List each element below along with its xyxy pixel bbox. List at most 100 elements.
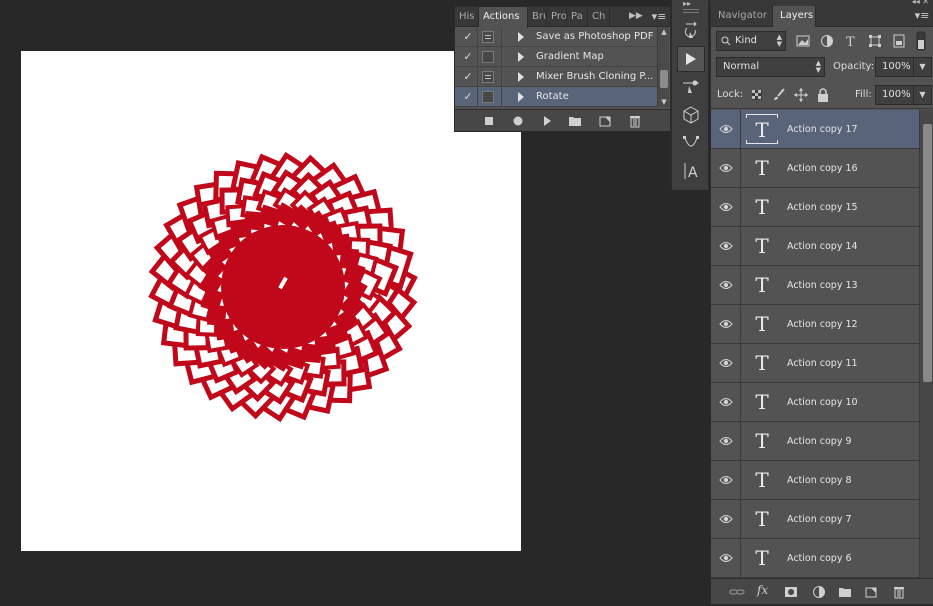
layer-thumbnail[interactable]: T: [747, 465, 777, 495]
more-tabs-icon[interactable]: ▶▶: [629, 11, 643, 21]
dialog-toggle-icon[interactable]: [482, 91, 494, 103]
filter-kind-select[interactable]: Kind ▲ ▼: [716, 31, 786, 51]
filter-toggle-icon[interactable]: [915, 31, 927, 51]
layer-row[interactable]: T Action copy 13: [711, 266, 919, 305]
layer-name[interactable]: Action copy 16: [787, 149, 858, 188]
3d-icon[interactable]: [677, 102, 705, 128]
expand-triangle-icon[interactable]: [518, 92, 524, 102]
adjustment-filter-icon[interactable]: [819, 33, 835, 49]
visibility-toggle[interactable]: [711, 305, 741, 343]
chevron-down-icon[interactable]: ▼: [913, 58, 931, 76]
layer-row[interactable]: T Action copy 12: [711, 305, 919, 344]
play-icon[interactable]: [677, 46, 705, 72]
panel-menu-icon[interactable]: ▾≡: [914, 9, 930, 22]
visibility-toggle[interactable]: [711, 344, 741, 382]
visibility-toggle[interactable]: [711, 461, 741, 499]
toggle-check-icon[interactable]: ✓: [461, 90, 475, 104]
layer-name[interactable]: Action copy 11: [787, 344, 858, 383]
visibility-toggle[interactable]: [711, 422, 741, 460]
toggle-check-icon[interactable]: ✓: [461, 30, 475, 44]
history-brush-icon[interactable]: [677, 18, 705, 44]
delete-icon[interactable]: [891, 584, 907, 600]
tab-character[interactable]: Ch: [588, 7, 610, 27]
chevron-down-icon[interactable]: ▼: [913, 86, 931, 104]
layer-name[interactable]: Action copy 13: [787, 266, 858, 305]
tab-navigator[interactable]: Navigator: [711, 6, 773, 26]
layer-row[interactable]: T Action copy 15: [711, 188, 919, 227]
expand-triangle-icon[interactable]: [518, 52, 524, 62]
link-icon[interactable]: [729, 584, 745, 600]
toggle-check-icon[interactable]: ✓: [461, 70, 475, 84]
mask-icon[interactable]: [783, 584, 799, 600]
play-icon[interactable]: [539, 113, 555, 129]
opacity-input[interactable]: 100% ▼: [875, 57, 932, 77]
layer-thumbnail[interactable]: T: [746, 114, 778, 144]
visibility-toggle[interactable]: [711, 500, 741, 538]
fx-icon[interactable]: fx: [757, 583, 773, 599]
layer-thumbnail[interactable]: T: [747, 348, 777, 378]
tab-paragraph[interactable]: Pa: [567, 7, 588, 27]
layer-thumbnail[interactable]: T: [747, 153, 777, 183]
layer-name[interactable]: Action copy 12: [787, 305, 858, 344]
strip-grip[interactable]: [683, 9, 699, 13]
layer-row[interactable]: T Action copy 9: [711, 422, 919, 461]
layer-row[interactable]: T Action copy 7: [711, 500, 919, 539]
adjustment-icon[interactable]: [811, 584, 827, 600]
action-row[interactable]: ✓ Rotate: [455, 87, 657, 107]
visibility-toggle[interactable]: [711, 227, 741, 265]
layer-thumbnail[interactable]: T: [747, 426, 777, 456]
layer-thumbnail[interactable]: T: [747, 543, 777, 573]
path-icon[interactable]: [677, 130, 705, 156]
pixel-filter-icon[interactable]: [795, 33, 811, 49]
panel-menu-icon[interactable]: ▾≡: [651, 10, 667, 23]
layer-thumbnail[interactable]: T: [747, 192, 777, 222]
type-filter-icon[interactable]: T: [843, 33, 859, 49]
lock-position-icon[interactable]: [793, 87, 809, 103]
layer-name[interactable]: Action copy 15: [787, 188, 858, 227]
fill-input[interactable]: 100% ▼: [875, 85, 932, 105]
layer-row[interactable]: T Action copy 6: [711, 539, 919, 578]
actions-scroll-thumb[interactable]: [660, 70, 668, 88]
visibility-toggle[interactable]: [711, 110, 741, 148]
layer-name[interactable]: Action copy 6: [787, 539, 852, 578]
layer-name[interactable]: Action copy 9: [787, 422, 852, 461]
dialog-toggle-icon[interactable]: [482, 31, 494, 43]
new-set-icon[interactable]: [567, 113, 583, 129]
layer-thumbnail[interactable]: T: [747, 387, 777, 417]
action-row[interactable]: ✓ Gradient Map: [455, 47, 657, 67]
visibility-toggle[interactable]: [711, 188, 741, 226]
tab-properties[interactable]: Pro: [547, 7, 567, 27]
lock-pixels-icon[interactable]: [771, 87, 787, 103]
layer-row[interactable]: T Action copy 16: [711, 149, 919, 188]
actions-scrollbar[interactable]: ▲ ▼: [657, 27, 669, 107]
layer-row[interactable]: T Action copy 14: [711, 227, 919, 266]
layers-scroll-thumb[interactable]: [923, 124, 932, 382]
shape-filter-icon[interactable]: [867, 33, 883, 49]
group-icon[interactable]: [837, 584, 853, 600]
tab-history[interactable]: His: [455, 7, 479, 27]
layer-row[interactable]: T Action copy 8: [711, 461, 919, 500]
visibility-toggle[interactable]: [711, 149, 741, 187]
action-row[interactable]: ✓ Mixer Brush Cloning P...: [455, 67, 657, 87]
scroll-up-icon[interactable]: ▲: [658, 27, 670, 37]
smart-object-filter-icon[interactable]: [891, 33, 907, 49]
character-icon[interactable]: A: [677, 158, 705, 184]
layer-name[interactable]: Action copy 7: [787, 500, 852, 539]
blend-mode-select[interactable]: Normal ▲ ▼: [716, 57, 825, 77]
visibility-toggle[interactable]: [711, 266, 741, 304]
layer-name[interactable]: Action copy 17: [787, 110, 858, 149]
visibility-toggle[interactable]: [711, 383, 741, 421]
tab-actions[interactable]: Actions: [479, 7, 528, 28]
dialog-toggle-icon[interactable]: [482, 51, 494, 63]
scroll-down-icon[interactable]: ▼: [658, 97, 670, 107]
lock-transparent-icon[interactable]: [749, 87, 765, 103]
layer-name[interactable]: Action copy 8: [787, 461, 852, 500]
layer-thumbnail[interactable]: T: [747, 309, 777, 339]
record-icon[interactable]: [510, 113, 526, 129]
tab-brushes[interactable]: Bru: [528, 7, 547, 27]
layer-thumbnail[interactable]: T: [747, 504, 777, 534]
action-row[interactable]: ✓ Save as Photoshop PDF: [455, 27, 657, 47]
document-canvas[interactable]: [21, 51, 521, 551]
stop-icon[interactable]: [481, 113, 497, 129]
toggle-check-icon[interactable]: ✓: [461, 50, 475, 64]
